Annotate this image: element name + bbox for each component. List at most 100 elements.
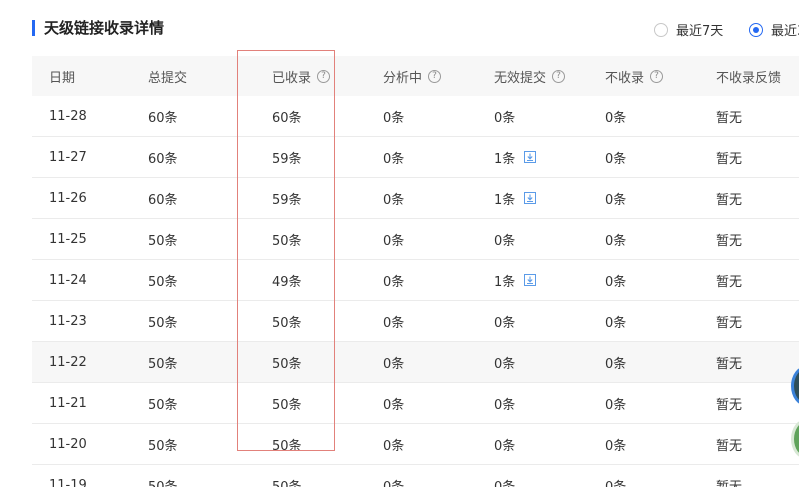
indexed-cell: 50条 <box>272 230 302 249</box>
radio-button[interactable] <box>654 22 668 37</box>
title-accent-bar <box>32 20 35 36</box>
not-indexed-cell-value: 0条 <box>605 192 627 208</box>
column-header: 已收录? <box>272 67 331 86</box>
table-row: 11-26 60条 59条 0条 1条 0条 暂无 <box>32 178 799 219</box>
date-cell-value: 11-19 <box>49 477 87 487</box>
not-indexed-cell-value: 0条 <box>605 479 627 487</box>
feedback-cell: 暂无 <box>716 189 742 208</box>
table-row: 11-20 50条 50条 0条 0条 0条 暂无 <box>32 424 799 465</box>
not-indexed-cell-value: 0条 <box>605 233 627 249</box>
table-header: 日期 总提交 已收录? 分析中? 无效提交? 不收录? 不收录反馈 <box>32 56 799 96</box>
indexed-cell: 50条 <box>272 312 302 331</box>
not-indexed-cell: 0条 <box>605 353 626 372</box>
date-cell: 11-26 <box>49 191 87 206</box>
not-indexed-cell-value: 0条 <box>605 315 627 331</box>
date-cell: 11-23 <box>49 314 87 329</box>
indexed-cell: 50条 <box>272 353 302 372</box>
total-cell: 50条 <box>148 435 178 454</box>
total-cell-value: 50条 <box>148 438 178 454</box>
column-header-label: 日期 <box>49 70 76 86</box>
indexed-cell: 59条 <box>272 189 302 208</box>
analyzing-cell-value: 0条 <box>383 397 405 413</box>
indexed-cell-value: 50条 <box>272 315 302 331</box>
indexed-cell-value: 60条 <box>272 110 302 126</box>
total-cell-value: 50条 <box>148 315 178 331</box>
analyzing-cell: 0条 <box>383 107 404 126</box>
invalid-cell-value: 1条 <box>494 192 516 208</box>
analyzing-cell-value: 0条 <box>383 233 405 249</box>
analyzing-cell-value: 0条 <box>383 438 405 454</box>
column-header: 分析中? <box>383 67 442 86</box>
date-cell-value: 11-22 <box>49 354 87 370</box>
total-cell: 50条 <box>148 394 178 413</box>
total-cell: 50条 <box>148 312 178 331</box>
table-row: 11-28 60条 60条 0条 0条 0条 暂无 <box>32 96 799 137</box>
table-row: 11-27 60条 59条 0条 1条 0条 暂无 <box>32 137 799 178</box>
table-row: 11-24 50条 49条 0条 1条 0条 暂无 <box>32 260 799 301</box>
feedback-cell: 暂无 <box>716 312 742 331</box>
feedback-cell: 暂无 <box>716 476 742 487</box>
analyzing-cell-value: 0条 <box>383 356 405 372</box>
indexed-cell: 50条 <box>272 394 302 413</box>
invalid-cell: 1条 <box>494 148 537 167</box>
download-icon[interactable] <box>524 151 537 163</box>
total-cell: 50条 <box>148 353 178 372</box>
analyzing-cell: 0条 <box>383 271 404 290</box>
analyzing-cell: 0条 <box>383 230 404 249</box>
download-icon[interactable] <box>524 192 537 204</box>
question-circle-icon[interactable]: ? <box>650 69 664 83</box>
column-header: 不收录? <box>605 67 664 86</box>
date-cell-value: 11-25 <box>49 231 87 247</box>
feedback-cell-value: 暂无 <box>716 110 743 126</box>
feedback-cell-value: 暂无 <box>716 233 743 249</box>
total-cell-value: 50条 <box>148 274 178 290</box>
feedback-cell-value: 暂无 <box>716 151 743 167</box>
indexed-cell: 60条 <box>272 107 302 126</box>
not-indexed-cell-value: 0条 <box>605 151 627 167</box>
analyzing-cell: 0条 <box>383 353 404 372</box>
analyzing-cell-value: 0条 <box>383 479 405 487</box>
feedback-cell-value: 暂无 <box>716 192 743 208</box>
column-header: 不收录反馈 <box>716 67 781 86</box>
not-indexed-cell: 0条 <box>605 189 626 208</box>
indexed-cell-value: 59条 <box>272 192 302 208</box>
question-circle-icon[interactable]: ? <box>317 69 331 83</box>
radio-button[interactable] <box>749 22 763 37</box>
feedback-cell: 暂无 <box>716 148 742 167</box>
total-cell-value: 60条 <box>148 110 178 126</box>
date-cell-value: 11-23 <box>49 313 87 329</box>
date-cell-value: 11-26 <box>49 190 87 206</box>
range-option-30-days[interactable]: 最近3 <box>749 20 799 39</box>
download-icon[interactable] <box>524 274 537 286</box>
daily-index-table: 日期 总提交 已收录? 分析中? 无效提交? 不收录? 不收录反馈 11-28 60条 60条 0… <box>32 56 799 487</box>
indexed-cell: 50条 <box>272 435 302 454</box>
indexed-cell: 50条 <box>272 476 302 487</box>
date-cell-value: 11-27 <box>49 149 87 165</box>
feedback-cell: 暂无 <box>716 271 742 290</box>
feedback-cell-value: 暂无 <box>716 397 743 413</box>
not-indexed-cell: 0条 <box>605 148 626 167</box>
invalid-cell-value: 0条 <box>494 438 516 454</box>
feedback-cell: 暂无 <box>716 230 742 249</box>
date-cell: 11-21 <box>49 396 87 411</box>
indexed-cell-value: 49条 <box>272 274 302 290</box>
not-indexed-cell: 0条 <box>605 394 626 413</box>
range-option-7-days[interactable]: 最近7天 <box>654 20 723 39</box>
feedback-cell: 暂无 <box>716 353 742 372</box>
invalid-cell: 0条 <box>494 312 515 331</box>
table-row: 11-25 50条 50条 0条 0条 0条 暂无 <box>32 219 799 260</box>
date-cell-value: 11-20 <box>49 436 87 452</box>
table-body: 11-28 60条 60条 0条 0条 0条 暂无 11-27 60条 59条 0条 1条 0条 暂无 11… <box>32 96 799 487</box>
table-row: 11-19 50条 50条 0条 0条 0条 暂无 <box>32 465 799 487</box>
table-row: 11-21 50条 50条 0条 0条 0条 暂无 <box>32 383 799 424</box>
invalid-cell: 1条 <box>494 271 537 290</box>
not-indexed-cell-value: 0条 <box>605 438 627 454</box>
range-option-label: 最近3 <box>771 24 799 39</box>
column-header-label: 总提交 <box>148 70 188 86</box>
not-indexed-cell: 0条 <box>605 435 626 454</box>
total-cell: 60条 <box>148 148 178 167</box>
question-circle-icon[interactable]: ? <box>428 69 442 83</box>
total-cell: 50条 <box>148 476 178 487</box>
question-circle-icon[interactable]: ? <box>552 69 566 83</box>
total-cell-value: 50条 <box>148 356 178 372</box>
